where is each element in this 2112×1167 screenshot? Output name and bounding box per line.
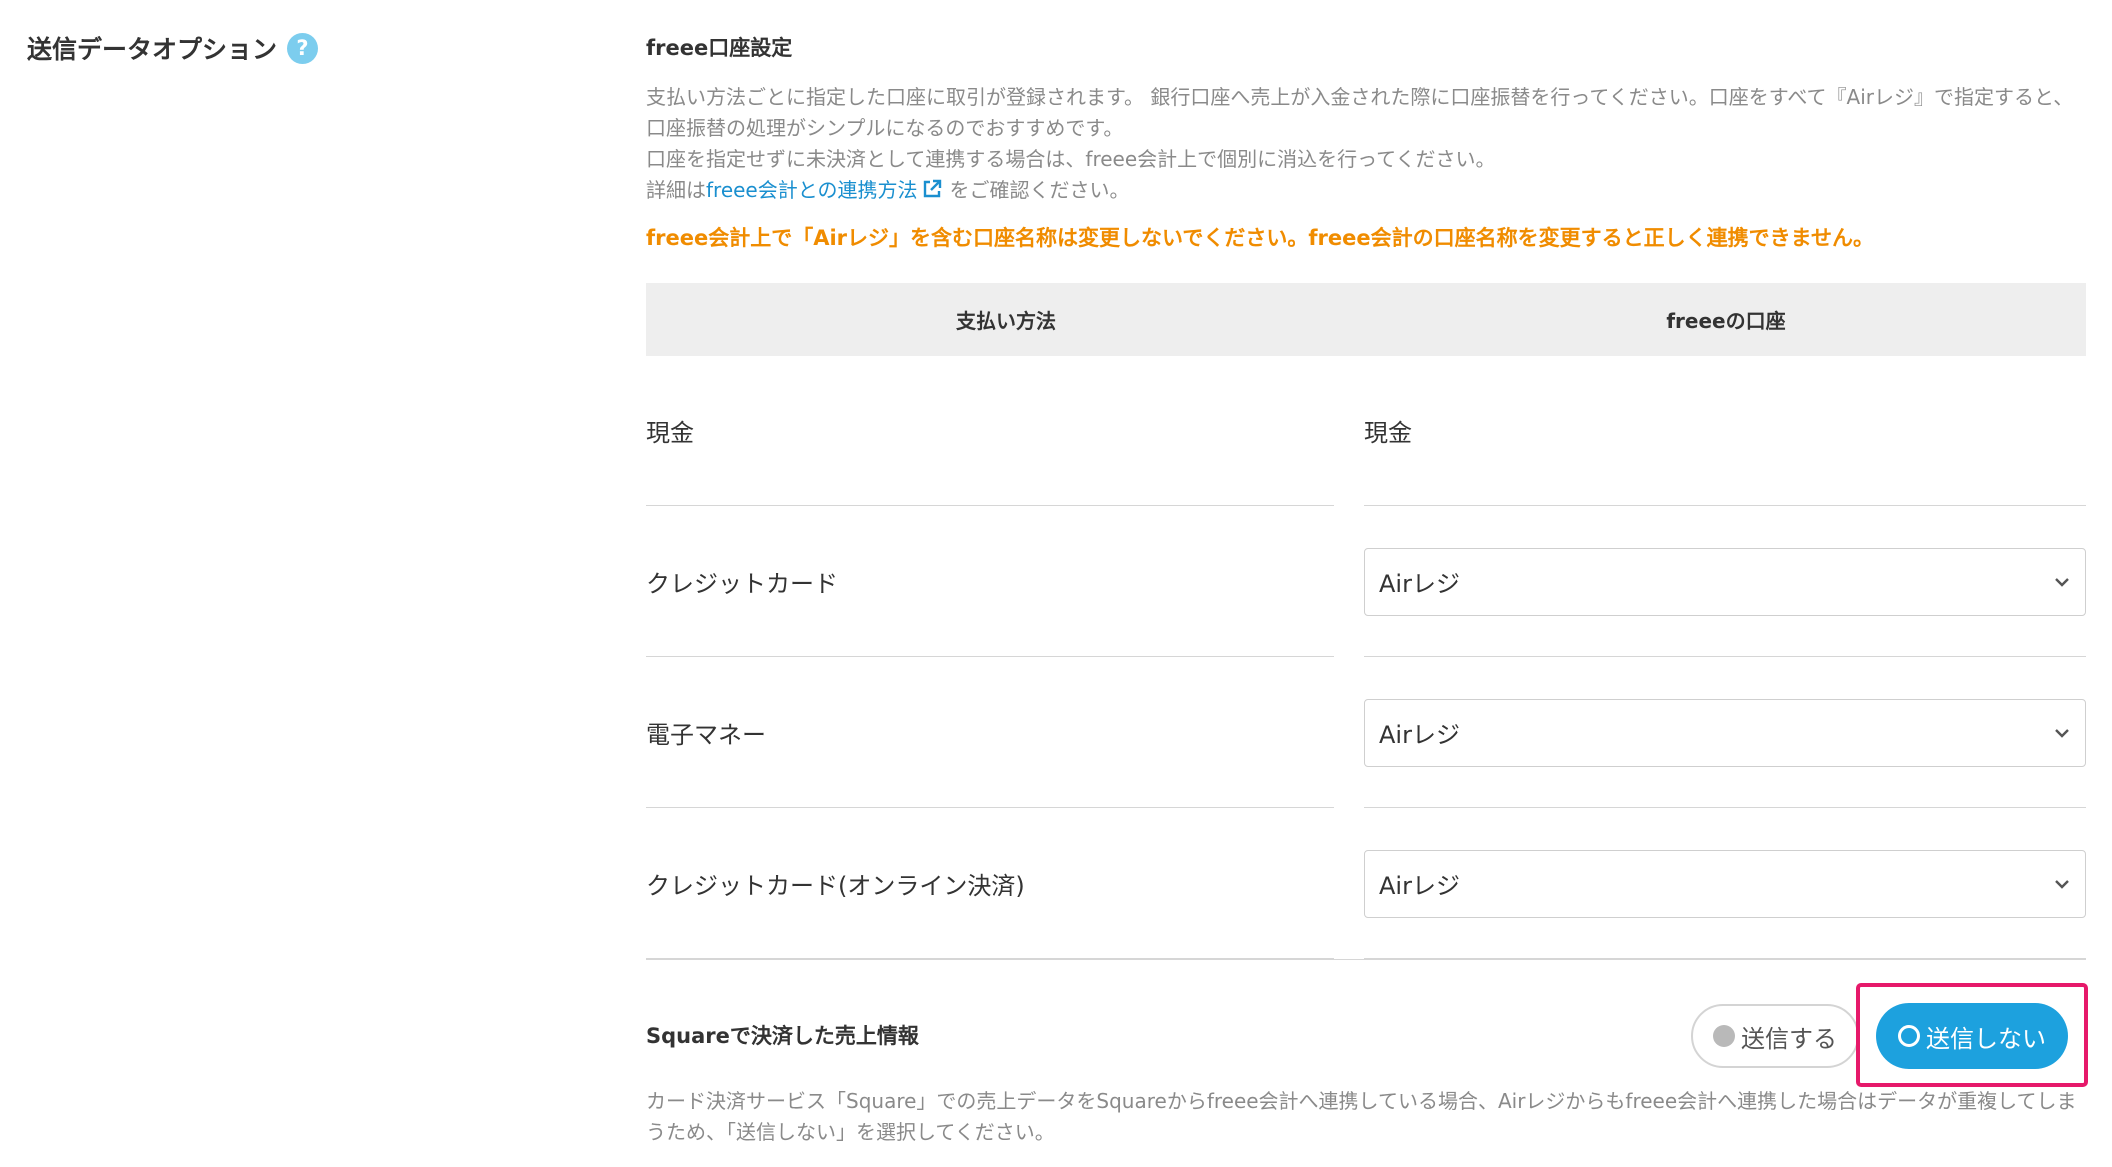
select-value: Airレジ (1379, 721, 1460, 749)
desc-line-3: 詳細はfreee会計との連携方法 をご確認ください。 (646, 175, 2086, 206)
section-label: 送信データオプション ? (27, 30, 319, 66)
payment-method-cell: クレジットカード(オンライン決済) (646, 809, 1334, 959)
table-row: クレジットカード Airレジ (646, 507, 2086, 657)
section-label-text: 送信データオプション (27, 35, 278, 64)
question-circle-icon[interactable]: ? (287, 32, 319, 64)
payment-method-cell: 現金 (646, 356, 1334, 506)
table-row: 現金 現金 (646, 356, 2086, 506)
page: 送信データオプション ? freee口座設定 支払い方法ごとに指定した口座に取引… (0, 0, 2112, 1167)
no-send-option-button[interactable]: 送信しない (1876, 1003, 2068, 1069)
freee-account-cell: Airレジ (1364, 507, 2086, 657)
freee-integration-link[interactable]: freee会計との連携方法 (706, 178, 918, 202)
select-value: Airレジ (1379, 570, 1460, 598)
payment-method-cell: クレジットカード (646, 507, 1334, 657)
account-select-e-money[interactable]: Airレジ (1364, 698, 2086, 767)
chevron-down-icon (2055, 577, 2069, 587)
header-payment-method: 支払い方法 (956, 309, 1056, 333)
table-header: 支払い方法 freeeの口座 (646, 283, 2086, 356)
freee-account-cell: Airレジ (1364, 658, 2086, 808)
account-select-credit-card[interactable]: Airレジ (1364, 547, 2086, 616)
desc-line-3-prefix: 詳細は (646, 178, 706, 202)
table-row: クレジットカード(オンライン決済) Airレジ (646, 809, 2086, 959)
payment-method-cell: 電子マネー (646, 658, 1334, 808)
chevron-down-icon (2055, 879, 2069, 889)
chevron-down-icon (2055, 728, 2069, 738)
account-select-online-credit-card[interactable]: Airレジ (1364, 849, 2086, 918)
send-option-button[interactable]: 送信する (1691, 1004, 1859, 1068)
table-row: 電子マネー Airレジ (646, 658, 2086, 808)
desc-line-3-suffix: をご確認ください。 (949, 178, 1130, 202)
external-link-icon[interactable] (922, 179, 942, 199)
radio-selected-icon (1898, 1025, 1920, 1047)
freee-account-title: freee口座設定 (646, 36, 793, 60)
send-option-label: 送信する (1741, 1024, 1837, 1053)
square-description: カード決済サービス「Square」での売上データをSquareからfreee会計… (646, 1089, 2077, 1144)
no-send-option-label: 送信しない (1926, 1024, 2046, 1053)
freee-account-cell: 現金 (1364, 356, 2086, 506)
divider (646, 959, 2086, 960)
select-value: Airレジ (1379, 872, 1460, 900)
freee-account-description: 支払い方法ごとに指定した口座に取引が登録されます。 銀行口座へ売上が入金された際… (646, 82, 2086, 206)
desc-line-1: 支払い方法ごとに指定した口座に取引が登録されます。 銀行口座へ売上が入金された際… (646, 85, 2074, 140)
warning-text: freee会計上で「Airレジ」を含む口座名称は変更しないでください。freee… (646, 226, 1874, 250)
header-freee-account: freeeの口座 (1666, 309, 1786, 333)
radio-unselected-icon (1713, 1025, 1735, 1047)
freee-account-cell: Airレジ (1364, 809, 2086, 959)
square-sales-title: Squareで決済した売上情報 (646, 1024, 919, 1048)
desc-line-2: 口座を指定せずに未決済として連携する場合は、freee会計上で個別に消込を行って… (646, 147, 1496, 171)
